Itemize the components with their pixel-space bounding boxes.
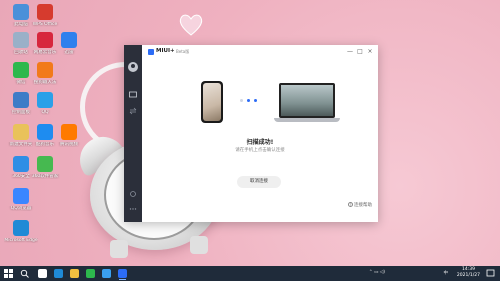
clock-foot [190, 236, 208, 254]
window-titlebar[interactable]: MIUI+ Beta版 — □ × [142, 45, 378, 59]
desktop-icon-label: QQ [41, 110, 49, 115]
screen-mirror-icon[interactable] [129, 91, 137, 99]
more-icon[interactable] [129, 205, 137, 213]
app-icon [37, 92, 53, 108]
app-icon [37, 62, 53, 78]
app-icon [13, 32, 29, 48]
app-icon [13, 92, 29, 108]
explorer-icon[interactable] [70, 269, 79, 278]
connection-help-link[interactable]: ? 连接帮助 [348, 202, 372, 208]
taskbar: ⌃ ▭ ◁) 中 14:39 2021/1/27 [0, 266, 500, 281]
app-icon [37, 156, 53, 172]
search-icon[interactable] [20, 269, 29, 278]
app-icon [37, 4, 53, 20]
windows-start-icon[interactable] [4, 269, 13, 278]
laptop-base [274, 118, 340, 122]
app-icon [61, 124, 77, 140]
help-label: 连接帮助 [354, 203, 372, 208]
desktop-icon-label: 搜狗输入法 [33, 80, 57, 85]
app-icon [13, 220, 29, 236]
desktop-icon[interactable]: 搜狗输入法 [28, 62, 62, 85]
desktop-icon[interactable]: WPS Office [28, 4, 62, 27]
minimize-button[interactable]: — [346, 48, 354, 55]
app-icon [61, 32, 77, 48]
maximize-button[interactable]: □ [356, 48, 364, 55]
clock-foot [110, 240, 128, 258]
tray-icons[interactable]: ⌃ ▭ ◁) [369, 270, 385, 275]
app-icon [37, 124, 53, 140]
desktop-icon[interactable]: 迅雷 [52, 32, 86, 55]
desktop-icon-label: 迅雷 [64, 50, 74, 55]
miui-logo-icon [148, 49, 154, 55]
desktop-icon[interactable]: QQ浏览器 [4, 188, 38, 211]
settings-icon[interactable] [129, 190, 137, 198]
desktop-icon[interactable]: 360软件管家 [28, 156, 62, 179]
beta-badge: Beta版 [176, 49, 190, 54]
scan-status-hint: 请在手机上点击确认连接 [235, 148, 285, 153]
app-icon [37, 32, 53, 48]
app-icon [13, 188, 29, 204]
store-icon[interactable] [102, 269, 111, 278]
desktop-icon[interactable]: QQ [28, 92, 62, 115]
edge-icon[interactable] [54, 269, 63, 278]
app-icon [13, 4, 29, 20]
heart-decoration-icon [179, 14, 203, 36]
desktop-icon-label: Microsoft Edge [4, 238, 38, 243]
notification-icon[interactable] [486, 269, 495, 278]
desktop-icon[interactable]: Microsoft Edge [4, 220, 38, 243]
help-icon: ? [348, 202, 353, 207]
desktop-icon-label: 腾讯视频 [60, 142, 78, 147]
taskbar-date: 2021/1/27 [456, 273, 480, 278]
miui-plus-window: MIUI+ Beta版 — □ × 扫描成功! 请在手机上点击确认连接 取消连接… [124, 45, 378, 222]
ime-indicator[interactable]: 中 [444, 270, 449, 276]
task-view-icon[interactable] [38, 269, 47, 278]
desktop-icon-label: 360软件管家 [31, 174, 59, 179]
phone-illustration [201, 81, 223, 123]
desktop-icon[interactable]: 腾讯视频 [52, 124, 86, 147]
app-icon [13, 124, 29, 140]
cancel-connection-button[interactable]: 取消连接 [237, 176, 281, 188]
progress-dot [254, 99, 257, 102]
app-title: MIUI+ [156, 48, 175, 54]
avatar[interactable] [128, 62, 138, 72]
scan-status-title: 扫描成功! [246, 139, 274, 146]
connecting-dots [240, 98, 260, 104]
laptop-illustration [279, 83, 335, 118]
sidebar [124, 45, 142, 222]
progress-dot [247, 99, 250, 102]
progress-dot [240, 99, 243, 102]
miui-plus-icon[interactable] [118, 269, 127, 280]
desktop-icon-label: WPS Office [32, 22, 58, 27]
close-button[interactable]: × [366, 48, 374, 55]
app-icon [13, 156, 29, 172]
transfer-icon[interactable] [129, 107, 137, 115]
wechat-icon[interactable] [86, 269, 95, 278]
app-icon [13, 62, 29, 78]
taskbar-clock[interactable]: 14:39 2021/1/27 [457, 267, 480, 279]
desktop-icon-label: QQ浏览器 [10, 206, 32, 211]
